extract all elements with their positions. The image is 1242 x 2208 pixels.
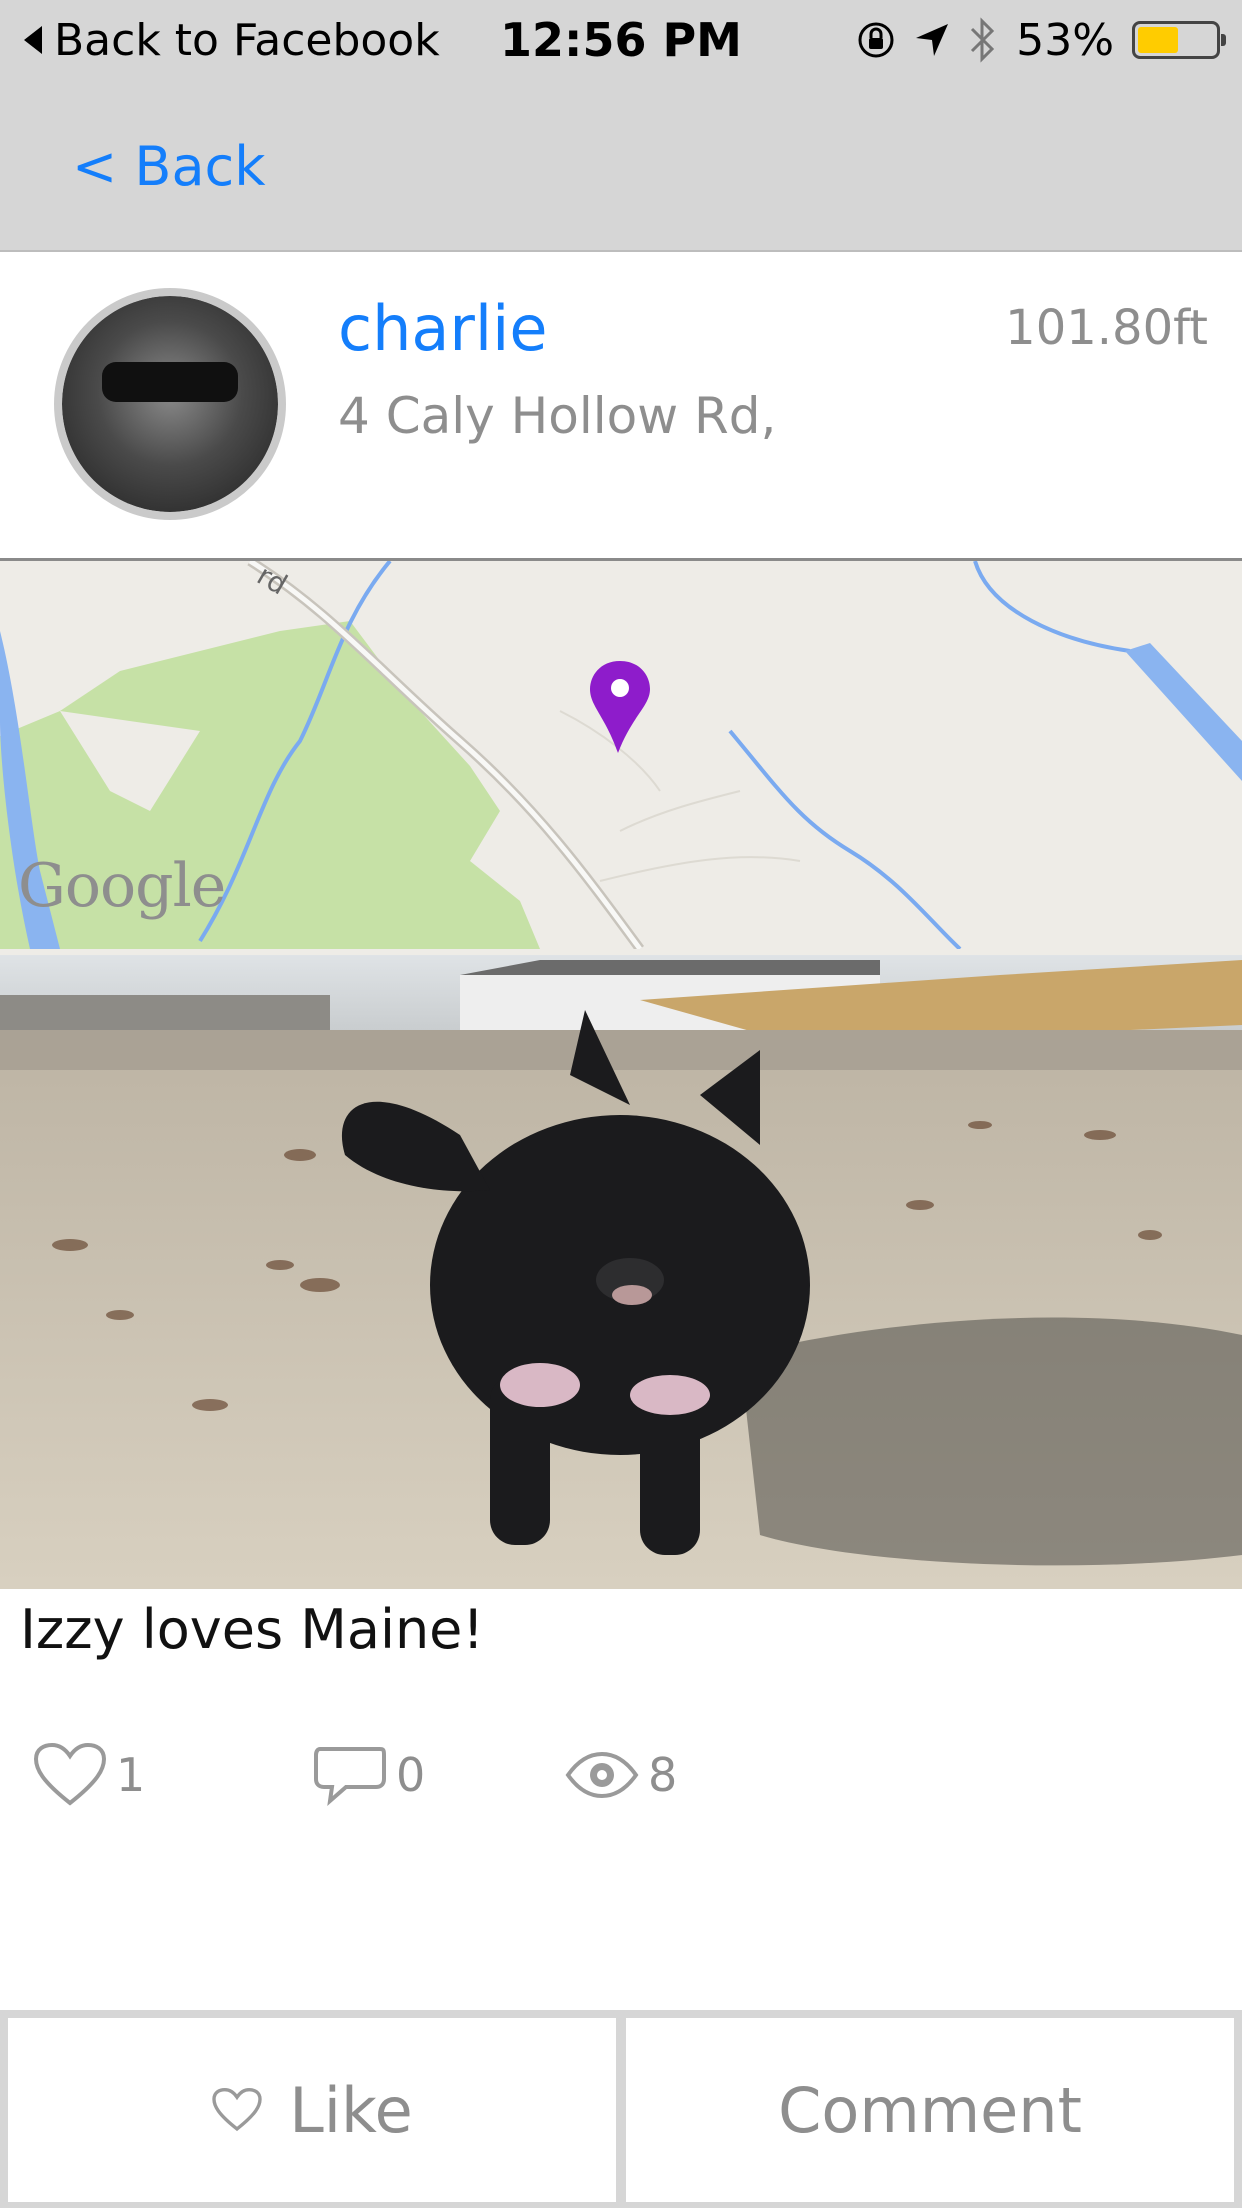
like-button[interactable]: Like: [8, 2018, 616, 2202]
heart-outline-icon: [212, 2088, 262, 2132]
battery-icon: [1132, 21, 1226, 59]
eye-icon: [565, 1751, 639, 1799]
action-bar: Like Comment: [0, 2010, 1242, 2208]
top-bar: Back to Facebook 12:56 PM 53% < Back: [0, 0, 1242, 252]
back-button[interactable]: < Back: [72, 135, 266, 198]
stream-3: [973, 561, 1131, 653]
battery-fill: [1138, 27, 1179, 53]
location-arrow-icon: [916, 24, 949, 56]
comments-stat[interactable]: 0: [312, 1735, 425, 1815]
comment-bubble-icon: [314, 1747, 386, 1807]
like-button-label: Like: [289, 2073, 413, 2147]
views-stat: 8: [564, 1735, 677, 1815]
views-count: 8: [648, 1748, 678, 1802]
address: 4 Caly Hollow Rd,: [338, 387, 777, 445]
post-photo[interactable]: [0, 955, 1242, 1589]
stream-2: [728, 729, 962, 949]
comments-count: 0: [396, 1748, 426, 1802]
status-indicators: 53%: [856, 10, 1226, 70]
post-caption: Izzy loves Maine!: [20, 1598, 485, 1661]
post-header: charlie 101.80ft 4 Caly Hollow Rd,: [0, 252, 1242, 558]
map-pin-icon: [590, 661, 650, 753]
username[interactable]: charlie: [338, 292, 547, 365]
lake: [1125, 643, 1242, 781]
comment-button-label: Comment: [778, 2073, 1082, 2147]
map-view[interactable]: rd Google: [0, 558, 1242, 958]
likes-stat[interactable]: 1: [32, 1735, 145, 1815]
avatar-image: [62, 296, 278, 512]
photo-image: [0, 955, 1242, 1589]
avatar-sunglasses: [102, 362, 238, 402]
heart-icon: [33, 1742, 107, 1806]
minor-road: [559, 710, 801, 882]
avatar[interactable]: [54, 288, 286, 520]
google-logo: Google: [18, 851, 226, 921]
bluetooth-icon: [971, 17, 995, 63]
rotation-lock-icon: [858, 22, 894, 58]
distance: 101.80ft: [1005, 300, 1208, 356]
comment-button[interactable]: Comment: [626, 2018, 1234, 2202]
likes-count: 1: [116, 1748, 146, 1802]
battery-percent: 53%: [1016, 14, 1114, 66]
